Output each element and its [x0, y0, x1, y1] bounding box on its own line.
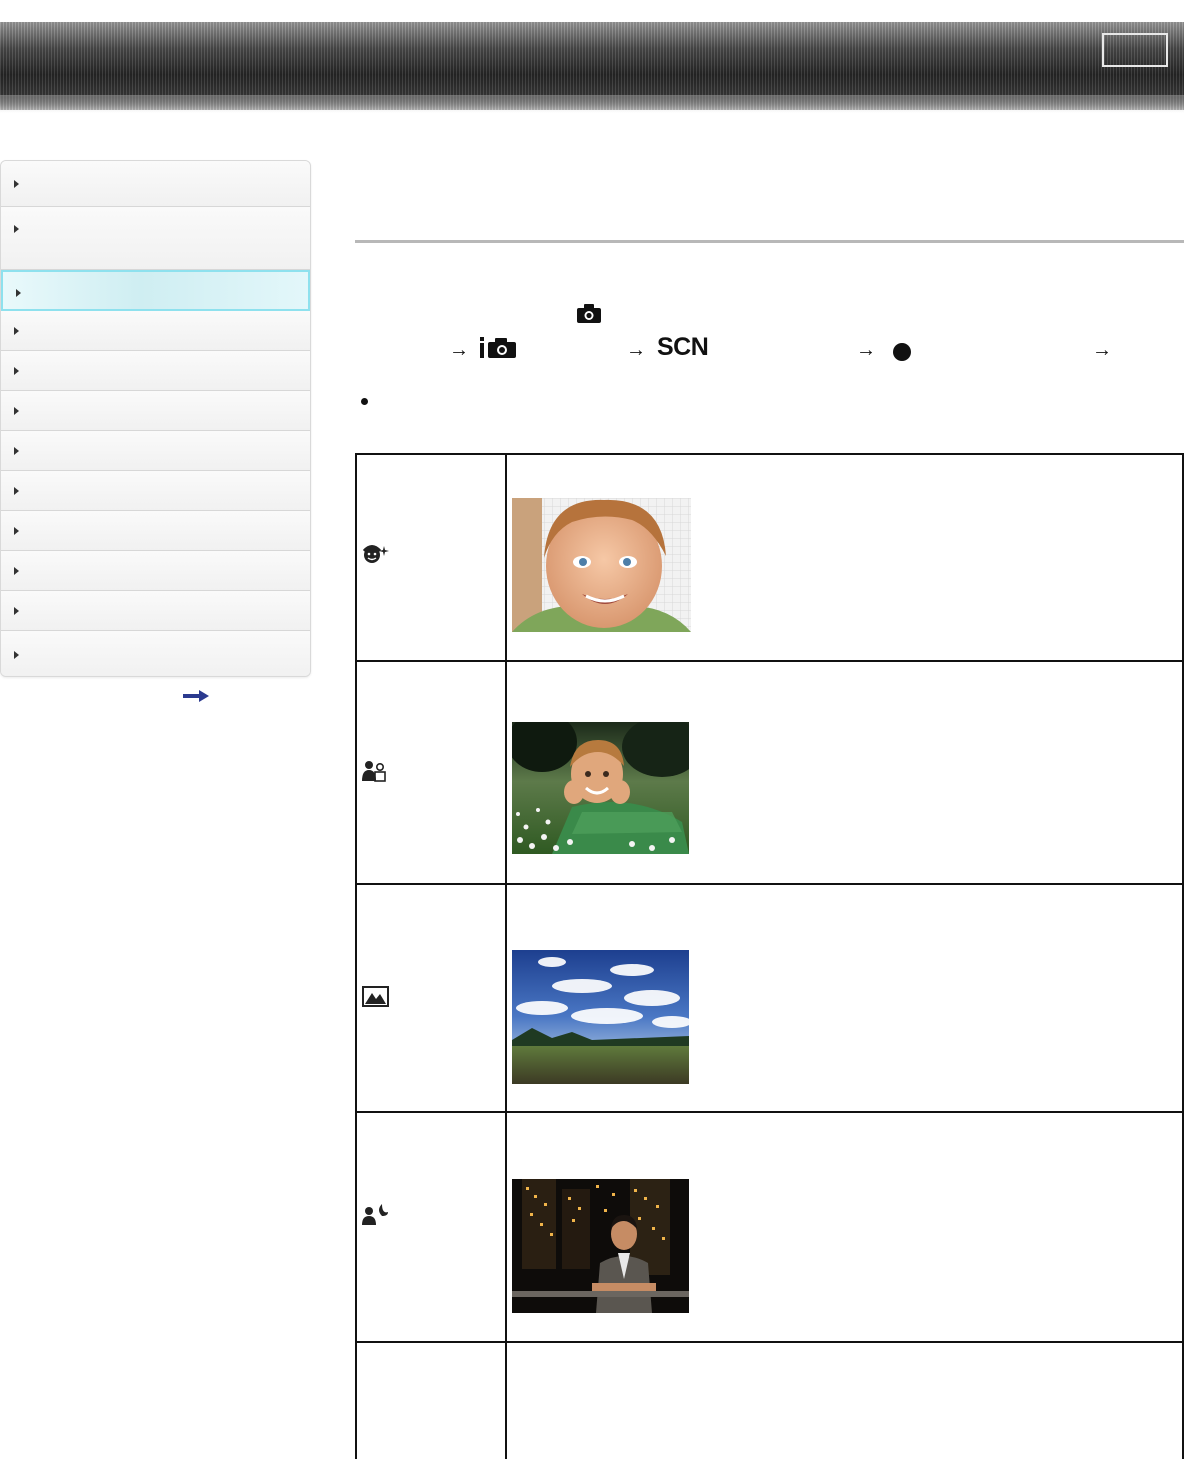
landscape-photo — [512, 950, 689, 1084]
soft-skin-icon — [362, 545, 389, 563]
table-row-divider — [357, 883, 1184, 885]
sidebar-item-8[interactable] — [1, 471, 310, 511]
triangle-right-icon — [14, 180, 19, 188]
sidebar-item-9[interactable] — [1, 511, 310, 551]
title-divider — [355, 240, 1184, 243]
right-arrow-icon[interactable] — [183, 690, 209, 702]
header-button[interactable] — [1102, 33, 1168, 67]
sidebar-item-7[interactable] — [1, 431, 310, 471]
sidebar-item-1[interactable] — [1, 161, 310, 207]
night-portrait-icon — [362, 1204, 388, 1225]
sidebar-item-3[interactable] — [1, 270, 310, 311]
sidebar-item-6[interactable] — [1, 391, 310, 431]
triangle-right-icon — [14, 527, 19, 535]
triangle-right-icon — [14, 327, 19, 335]
sidebar-item-4[interactable] — [1, 311, 310, 351]
triangle-right-icon — [14, 367, 19, 375]
child-in-grass-photo — [512, 722, 689, 854]
path-arrow: → — [449, 339, 469, 361]
path-arrow: → — [856, 339, 876, 361]
portrait-icon — [362, 761, 386, 782]
intelligent-auto-icon — [480, 337, 516, 358]
night-portrait-photo — [512, 1179, 689, 1313]
sidebar-item-5[interactable] — [1, 351, 310, 391]
sidebar-item-12[interactable] — [1, 631, 310, 676]
table-row-divider — [357, 660, 1184, 662]
sidebar-nav — [0, 160, 311, 677]
camera-icon — [577, 304, 601, 323]
smiling-child-photo — [512, 498, 691, 632]
triangle-right-icon — [16, 288, 21, 297]
scene-selection-label: SCN — [657, 333, 709, 361]
triangle-right-icon — [14, 407, 19, 415]
table-row-divider — [357, 1111, 1184, 1113]
bullet-icon — [361, 398, 368, 405]
triangle-right-icon — [14, 607, 19, 615]
landscape-icon — [362, 986, 389, 1007]
triangle-right-icon — [14, 487, 19, 495]
scene-table — [355, 453, 1184, 1459]
sidebar-item-10[interactable] — [1, 551, 310, 591]
table-row-divider — [357, 1341, 1184, 1343]
sidebar-item-11[interactable] — [1, 591, 310, 631]
triangle-right-icon — [14, 225, 19, 233]
path-arrow: → — [626, 339, 646, 361]
triangle-right-icon — [14, 567, 19, 575]
sidebar-item-2[interactable] — [1, 207, 310, 270]
center-button-icon — [893, 343, 911, 361]
triangle-right-icon — [14, 650, 19, 659]
table-column-divider — [505, 455, 507, 1459]
triangle-right-icon — [14, 447, 19, 455]
path-arrow: → — [1092, 339, 1112, 361]
header-shadow — [0, 95, 1184, 113]
